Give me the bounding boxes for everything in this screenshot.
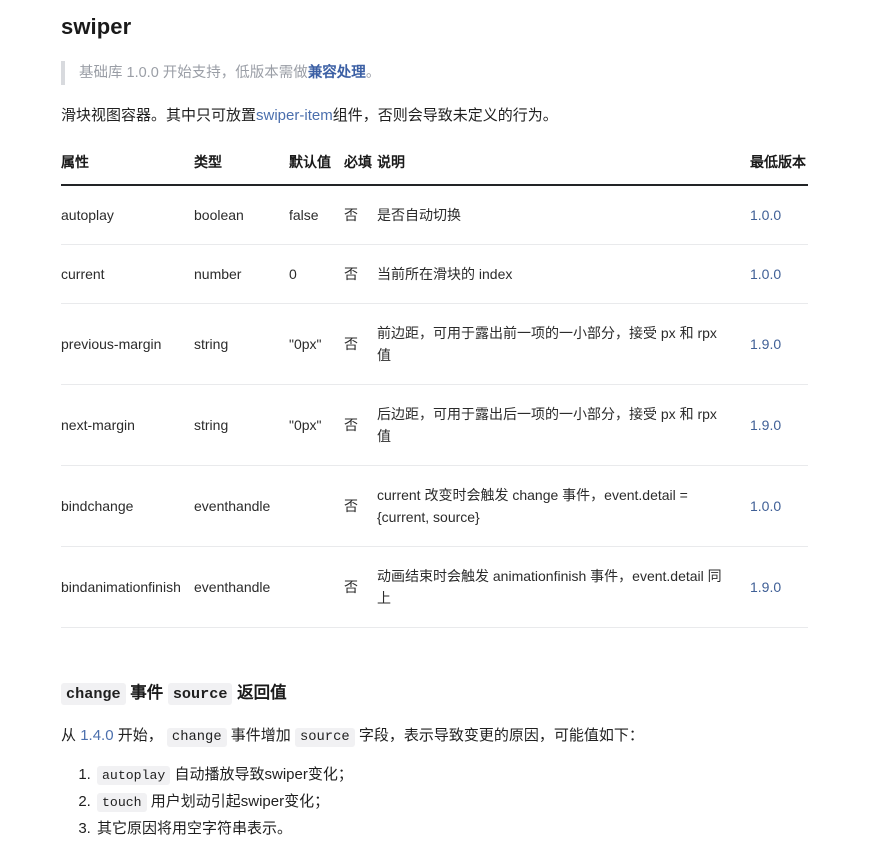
cell-required: 否	[344, 546, 377, 628]
section-heading: change 事件 source 返回值	[61, 680, 780, 707]
version-link[interactable]: 1.9.0	[750, 579, 781, 595]
intro-paragraph: 滑块视图容器。其中只可放置swiper-item组件，否则会导致未定义的行为。	[61, 104, 780, 128]
cell-attribute: bindanimationfinish	[61, 546, 194, 628]
cell-type: string	[194, 303, 289, 385]
cell-type: number	[194, 244, 289, 304]
cell-min-version[interactable]: 1.0.0	[750, 465, 808, 547]
cell-required: 否	[344, 384, 377, 466]
list-item-text: 用户划动引起swiper变化；	[150, 793, 330, 810]
version-link[interactable]: 1.0.0	[750, 498, 781, 514]
column-header-attribute: 属性	[61, 152, 194, 186]
cell-description: 后边距，可用于露出后一项的一小部分，接受 px 和 rpx 值	[377, 384, 750, 466]
cell-min-version[interactable]: 1.9.0	[750, 303, 808, 385]
cell-required: 否	[344, 465, 377, 547]
cell-default: "0px"	[289, 303, 344, 385]
version-link-1-4-0[interactable]: 1.4.0	[80, 727, 113, 744]
notice-prefix-text: 基础库 1.0.0 开始支持，低版本需做	[79, 65, 308, 81]
heading-text-event: 事件	[130, 684, 164, 702]
cell-type: boolean	[194, 185, 289, 245]
cell-description: 前边距，可用于露出前一项的一小部分，接受 px 和 rpx 值	[377, 303, 750, 385]
heading-code-change: change	[61, 683, 126, 705]
table-row: autoplay boolean false 否 是否自动切换 1.0.0	[61, 185, 808, 245]
cell-description: 是否自动切换	[377, 185, 750, 245]
source-values-list: autoplay 自动播放导致swiper变化； touch 用户划动引起swi…	[61, 762, 780, 842]
intro-before-text: 滑块视图容器。其中只可放置	[61, 107, 257, 124]
table-row: next-margin string "0px" 否 后边距，可用于露出后一项的…	[61, 384, 808, 466]
column-header-required: 必填	[344, 152, 377, 186]
table-header-row: 属性 类型 默认值 必填 说明 最低版本	[61, 152, 808, 186]
table-row: bindanimationfinish eventhandle 否 动画结束时会…	[61, 546, 808, 628]
cell-description: current 改变时会触发 change 事件，event.detail = …	[377, 465, 750, 547]
list-item-text: 其它原因将用空字符串表示。	[97, 820, 293, 837]
para-text-tail: 字段，表示导致变更的原因，可能值如下：	[358, 727, 644, 744]
cell-description: 动画结束时会触发 animationfinish 事件，event.detail…	[377, 546, 750, 628]
column-header-description: 说明	[377, 152, 750, 186]
column-header-type: 类型	[194, 152, 289, 186]
cell-required: 否	[344, 244, 377, 304]
version-link[interactable]: 1.0.0	[750, 266, 781, 282]
table-row: current number 0 否 当前所在滑块的 index 1.0.0	[61, 244, 808, 304]
heading-text-return-value: 返回值	[237, 684, 287, 702]
cell-attribute: bindchange	[61, 465, 194, 547]
para-code-source: source	[294, 728, 355, 747]
cell-min-version[interactable]: 1.9.0	[750, 546, 808, 628]
cell-attribute: current	[61, 244, 194, 304]
para-code-change: change	[166, 728, 227, 747]
document-page: swiper 基础库 1.0.0 开始支持，低版本需做兼容处理。 滑块视图容器。…	[0, 0, 872, 842]
column-header-min-version: 最低版本	[750, 152, 808, 186]
cell-default: false	[289, 185, 344, 245]
compatibility-link[interactable]: 兼容处理	[308, 65, 366, 81]
heading-code-source: source	[167, 683, 233, 705]
cell-attribute: previous-margin	[61, 303, 194, 385]
cell-min-version[interactable]: 1.9.0	[750, 384, 808, 466]
section-paragraph: 从 1.4.0 开始， change 事件增加 source 字段，表示导致变更…	[61, 724, 780, 750]
para-text-from: 从	[61, 727, 77, 744]
list-item: autoplay 自动播放导致swiper变化；	[95, 762, 780, 789]
cell-min-version[interactable]: 1.0.0	[750, 244, 808, 304]
cell-required: 否	[344, 303, 377, 385]
list-item: touch 用户划动引起swiper变化；	[95, 789, 780, 816]
intro-after-text: 组件，否则会导致未定义的行为。	[332, 107, 558, 124]
list-item-text: 自动播放导致swiper变化；	[174, 766, 353, 783]
page-title: swiper	[61, 14, 132, 39]
base-library-notice: 基础库 1.0.0 开始支持，低版本需做兼容处理。	[61, 61, 780, 85]
version-link[interactable]: 1.0.0	[750, 207, 781, 223]
table-row: bindchange eventhandle 否 current 改变时会触发 …	[61, 465, 808, 547]
table-body: autoplay boolean false 否 是否自动切换 1.0.0 cu…	[61, 185, 808, 628]
cell-attribute: autoplay	[61, 185, 194, 245]
cell-default	[289, 465, 344, 547]
cell-type: eventhandle	[194, 546, 289, 628]
version-link[interactable]: 1.9.0	[750, 417, 781, 433]
cell-attribute: next-margin	[61, 384, 194, 466]
cell-required: 否	[344, 185, 377, 245]
cell-default	[289, 546, 344, 628]
list-code-autoplay: autoplay	[97, 766, 171, 785]
para-text-event-add: 事件增加	[230, 727, 291, 744]
cell-default: 0	[289, 244, 344, 304]
list-item: 其它原因将用空字符串表示。	[95, 816, 780, 842]
cell-description: 当前所在滑块的 index	[377, 244, 750, 304]
table-row: previous-margin string "0px" 否 前边距，可用于露出…	[61, 303, 808, 385]
para-text-start: 开始，	[117, 727, 163, 744]
attributes-table: 属性 类型 默认值 必填 说明 最低版本 autoplay boolean fa…	[61, 152, 808, 628]
version-link[interactable]: 1.9.0	[750, 336, 781, 352]
list-code-touch: touch	[97, 793, 147, 812]
cell-type: eventhandle	[194, 465, 289, 547]
cell-type: string	[194, 384, 289, 466]
column-header-default: 默认值	[289, 152, 344, 186]
cell-default: "0px"	[289, 384, 344, 466]
cell-min-version[interactable]: 1.0.0	[750, 185, 808, 245]
notice-suffix-text: 。	[365, 65, 381, 81]
table-header: 属性 类型 默认值 必填 说明 最低版本	[61, 152, 808, 186]
swiper-item-link[interactable]: swiper-item	[256, 107, 333, 124]
